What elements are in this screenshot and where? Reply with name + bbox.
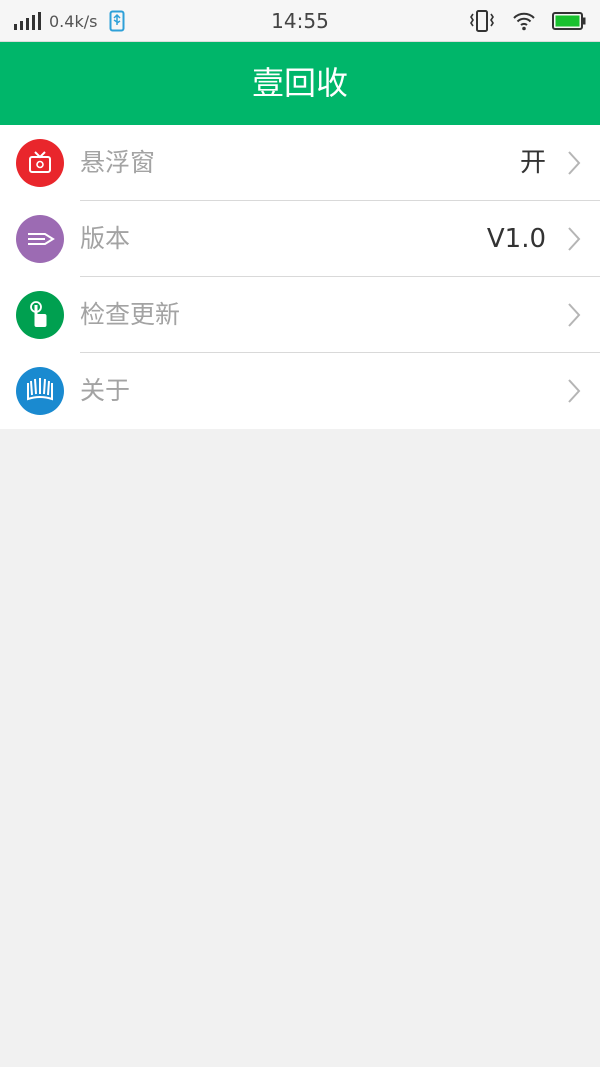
floating-window-item[interactable]: 悬浮窗 开: [0, 125, 600, 201]
wifi-icon: [513, 12, 535, 31]
item-value: 开: [519, 148, 546, 178]
status-right: [468, 0, 586, 42]
pen-icon: [16, 215, 64, 263]
app-header: 壹回收: [0, 42, 600, 125]
chevron-right-icon: [568, 151, 581, 175]
chevron-right-icon: [568, 379, 581, 403]
settings-list: 悬浮窗 开 版本 V1.0 检查更新 关于: [0, 125, 600, 429]
tap-icon: [16, 291, 64, 339]
item-label: 检查更新: [80, 300, 181, 329]
chevron-right-icon: [568, 303, 581, 327]
chevron-right-icon: [568, 227, 581, 251]
tv-icon: [16, 139, 64, 187]
item-value: V1.0: [486, 224, 546, 254]
item-label: 关于: [80, 376, 131, 405]
item-label: 悬浮窗: [80, 148, 156, 177]
signal-icon: [14, 12, 41, 30]
check-update-item[interactable]: 检查更新: [0, 277, 600, 353]
battery-icon: [552, 12, 586, 30]
about-item[interactable]: 关于: [0, 353, 600, 429]
book-icon: [16, 367, 64, 415]
status-left: 0.4k/s: [14, 0, 125, 42]
page-title: 壹回收: [251, 64, 348, 102]
version-item[interactable]: 版本 V1.0: [0, 201, 600, 277]
net-speed: 0.4k/s: [49, 11, 98, 31]
item-label: 版本: [80, 224, 131, 253]
vibrate-icon: [470, 10, 494, 32]
status-bar: 0.4k/s 14:55: [0, 0, 600, 42]
usb-icon: [109, 10, 125, 32]
